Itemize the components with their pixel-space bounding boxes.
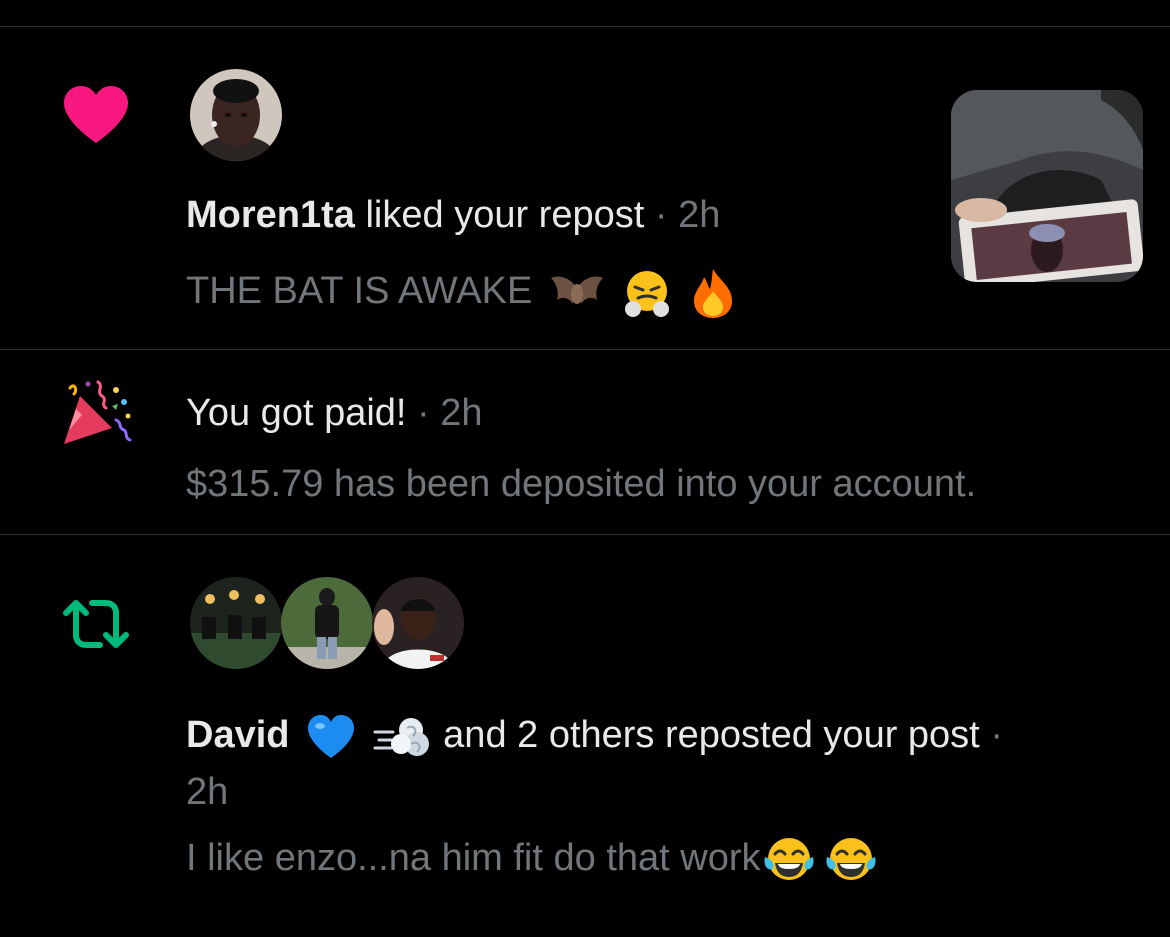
avatar[interactable] [372,577,464,669]
fire-emoji [694,269,732,318]
post-preview: THE BAT IS AWAKE [186,267,736,319]
blue-heart-emoji [308,714,355,758]
separator: · [654,194,668,236]
timestamp: 2h [678,194,721,236]
notification-text: David and 2 others reposted your post · [186,712,1003,760]
post-preview-text: THE BAT IS AWAKE [186,270,533,313]
repost-icon [63,600,129,648]
post-preview: I like enzo...na him fit do that work [186,835,879,885]
separator: · [417,392,430,434]
avatar[interactable] [281,577,373,669]
heart-icon [64,86,128,143]
post-thumbnail[interactable] [951,90,1143,282]
timestamp: 2h [440,392,483,434]
action-text: and 2 others reposted your post [443,714,980,756]
actor-name[interactable]: David [186,714,289,756]
tears-of-joy-emoji [825,838,876,880]
avatar[interactable] [190,69,282,161]
separator: · [990,714,1003,756]
actor-name[interactable]: Moren1ta [186,194,355,236]
avatar[interactable] [190,577,282,669]
notification-like[interactable]: Moren1ta liked your repost · 2h THE BAT … [0,27,1170,349]
dash-emoji [373,717,429,756]
party-popper-icon [64,380,132,444]
notification-text: Moren1ta liked your repost · 2h [186,192,720,238]
payment-title: You got paid! [186,392,407,434]
action-text: liked your repost [365,194,645,236]
notification-repost[interactable]: David and 2 others reposted your post · … [0,535,1170,937]
tears-of-joy-emoji [763,838,814,880]
timestamp: 2h [186,771,229,813]
post-preview-text: I like enzo...na him fit do that work [186,837,761,880]
notification-payment[interactable]: You got paid! · 2h $315.79 has been depo… [0,350,1170,534]
notification-title: You got paid! · 2h [186,390,483,436]
steam-nose-face-emoji [625,271,670,317]
bat-emoji [550,276,603,304]
payment-description: $315.79 has been deposited into your acc… [186,463,977,505]
